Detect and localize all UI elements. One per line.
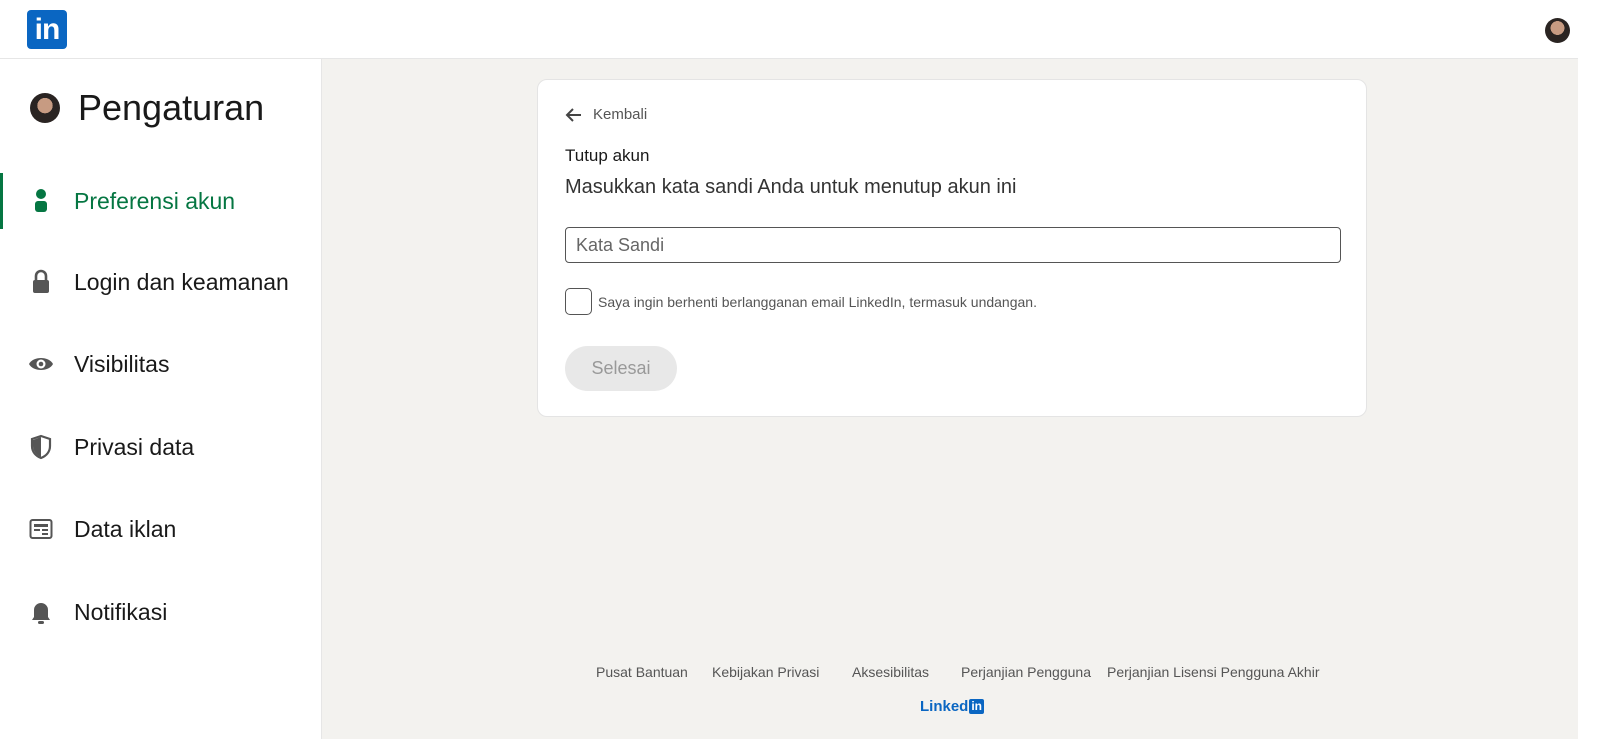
footer-link-user-agreement[interactable]: Perjanjian Pengguna (961, 664, 1091, 680)
sidebar-item-label: Privasi data (74, 433, 195, 460)
person-icon (28, 188, 54, 214)
lock-icon (28, 269, 54, 295)
sidebar-item-account-preferences[interactable]: Preferensi akun (0, 173, 322, 229)
sidebar-item-label: Preferensi akun (74, 187, 236, 214)
card-heading: Tutup akun (565, 146, 650, 165)
sidebar-item-visibility[interactable]: Visibilitas (0, 336, 322, 392)
sidebar-header: Pengaturan (30, 87, 264, 129)
avatar (30, 93, 60, 123)
arrow-left-icon (565, 107, 581, 122)
sidebar: Pengaturan Preferensi akun Login dan kea… (0, 59, 322, 739)
avatar[interactable] (1545, 18, 1570, 43)
scrollbar[interactable] (1578, 0, 1600, 739)
footer-link-eula[interactable]: Perjanjian Lisensi Pengguna Akhir (1107, 664, 1319, 680)
ad-data-icon (28, 516, 54, 542)
footer-link-privacy[interactable]: Kebijakan Privasi (712, 664, 819, 680)
back-label: Kembali (593, 106, 648, 123)
done-button[interactable]: Selesai (565, 346, 677, 391)
card-subheading: Masukkan kata sandi Anda untuk menutup a… (565, 176, 1017, 198)
eye-icon (28, 351, 54, 377)
sidebar-item-login-security[interactable]: Login dan keamanan (0, 254, 322, 310)
unsubscribe-row: Saya ingin berhenti berlangganan email L… (565, 288, 1037, 315)
footer-logo-badge: in (969, 699, 985, 714)
shield-icon (28, 434, 54, 460)
bell-icon (28, 599, 54, 625)
back-link[interactable]: Kembali (565, 106, 647, 123)
unsubscribe-checkbox[interactable] (565, 288, 592, 315)
top-bar: in (0, 0, 1578, 59)
sidebar-item-label: Notifikasi (74, 598, 168, 625)
sidebar-item-label: Visibilitas (74, 350, 170, 377)
password-input[interactable] (565, 227, 1341, 263)
unsubscribe-label[interactable]: Saya ingin berhenti berlangganan email L… (598, 294, 1037, 310)
close-account-card: Kembali Tutup akun Masukkan kata sandi A… (537, 79, 1367, 417)
sidebar-item-label: Data iklan (74, 515, 177, 542)
sidebar-item-ad-data[interactable]: Data iklan (0, 501, 322, 557)
footer-link-accessibility[interactable]: Aksesibilitas (852, 664, 929, 680)
footer-logo-text: Linked (920, 698, 969, 715)
page-title: Pengaturan (78, 87, 265, 128)
footer-linkedin-logo: Linked in (920, 698, 985, 715)
sidebar-item-data-privacy[interactable]: Privasi data (0, 419, 322, 475)
sidebar-item-notifications[interactable]: Notifikasi (0, 584, 322, 640)
linkedin-logo[interactable]: in (27, 10, 67, 49)
footer-link-help[interactable]: Pusat Bantuan (596, 664, 688, 680)
sidebar-item-label: Login dan keamanan (74, 268, 289, 295)
